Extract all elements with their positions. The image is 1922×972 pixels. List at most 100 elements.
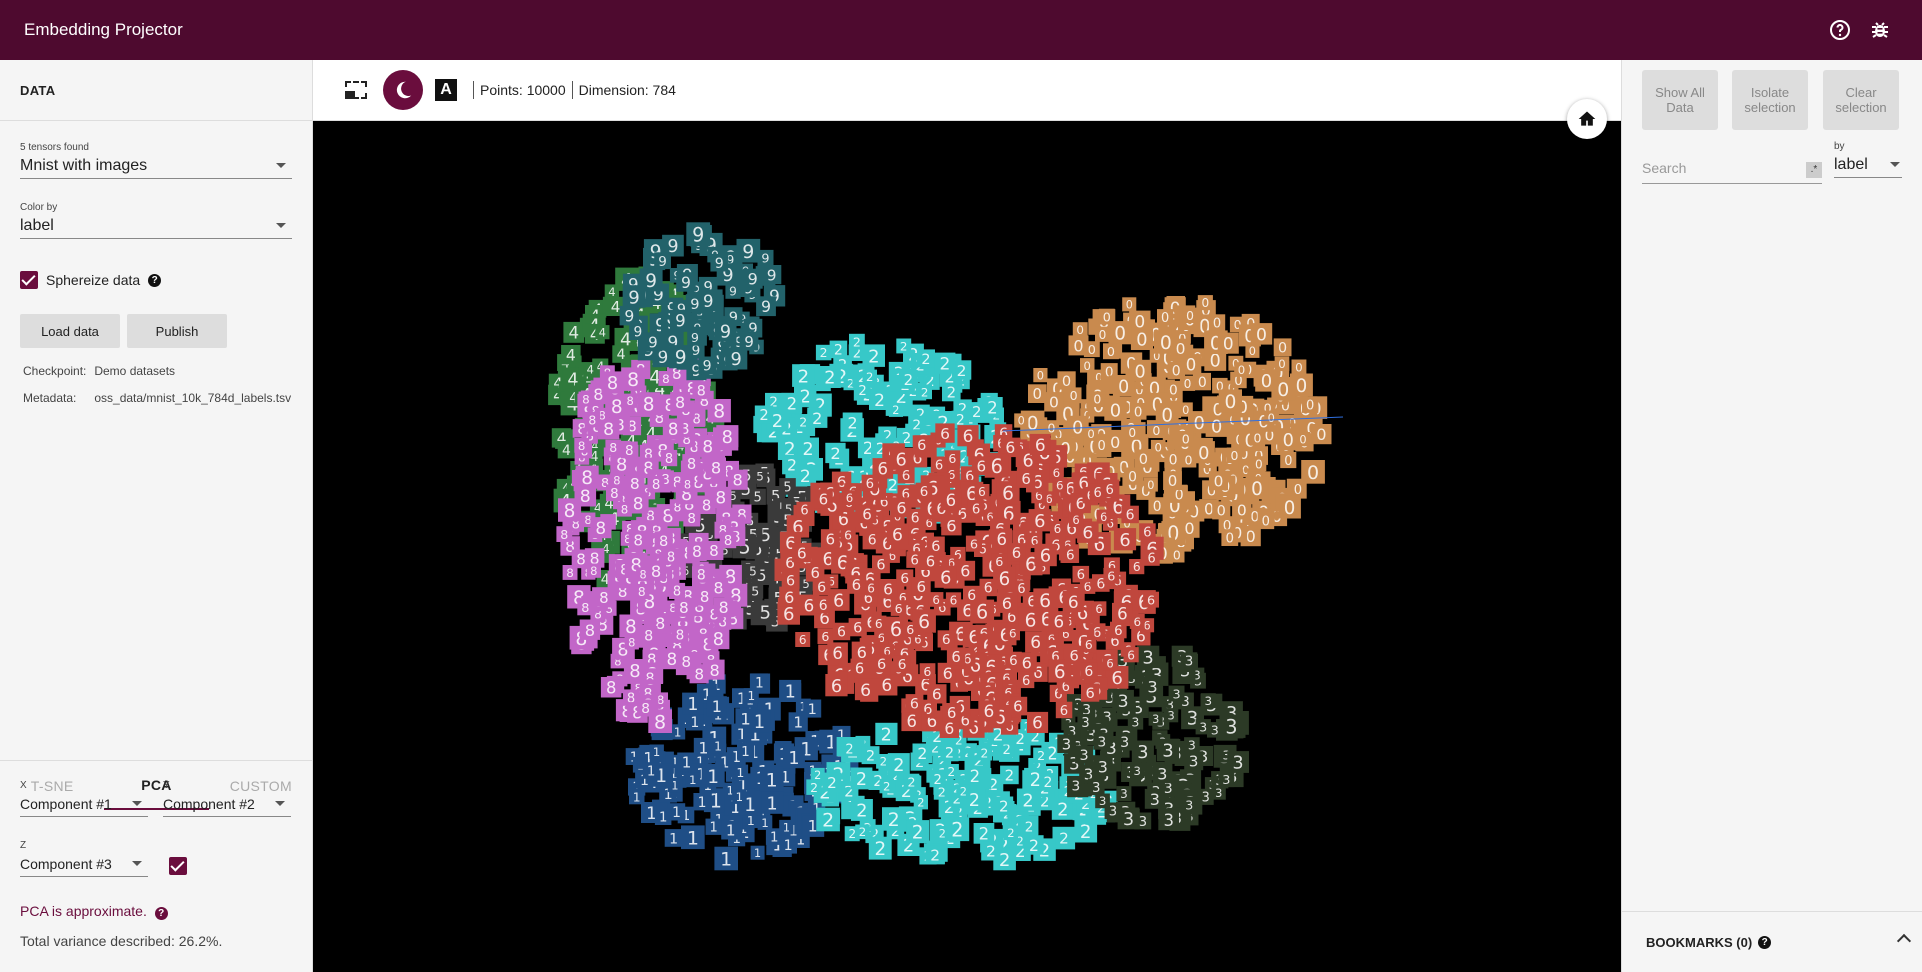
digit-glyph: 0: [1049, 394, 1059, 412]
digit-glyph: 6: [1012, 545, 1021, 562]
digit-glyph: 8: [599, 589, 609, 607]
digit-glyph: 6: [855, 660, 864, 677]
digit-glyph: 3: [1098, 734, 1107, 750]
digit-glyph: 2: [810, 780, 818, 795]
chevron-up-icon[interactable]: [1896, 933, 1912, 949]
pca-y-select[interactable]: Y Component #2: [163, 780, 291, 817]
search-field[interactable]: Search .*: [1642, 160, 1822, 184]
digit-glyph: 9: [634, 325, 643, 341]
digit-glyph: 2: [888, 810, 900, 831]
digit-glyph: 0: [1217, 504, 1226, 520]
digit-glyph: 0: [1169, 452, 1178, 468]
digit-glyph: 0: [1169, 383, 1178, 399]
digit-glyph: 9: [624, 308, 634, 326]
digit-glyph: 3: [1202, 791, 1210, 806]
digit-glyph: 3: [1233, 754, 1244, 774]
help-icon[interactable]: ?: [154, 907, 168, 920]
embedding-canvas[interactable]: 0000000000000000000000000000000000000000…: [313, 121, 1621, 972]
digit-glyph: 9: [703, 359, 712, 375]
digit-glyph: 6: [810, 565, 819, 582]
digit-glyph: 0: [1128, 469, 1137, 485]
digit-glyph: 2: [830, 444, 840, 463]
label-toggle-icon[interactable]: A: [435, 79, 457, 101]
digit-glyph: 0: [1147, 479, 1154, 492]
digit-glyph: 5: [756, 470, 764, 484]
moon-icon: [396, 81, 412, 99]
load-data-button[interactable]: Load data: [20, 314, 120, 348]
show-all-data-button[interactable]: Show All Data: [1642, 70, 1718, 130]
digit-glyph: 6: [857, 643, 867, 662]
color-by-select[interactable]: Color by label: [20, 202, 292, 239]
digit-glyph: 3: [1157, 764, 1167, 783]
digit-glyph: 8: [564, 501, 576, 522]
digit-glyph: 6: [1093, 486, 1101, 501]
isolate-selection-button[interactable]: Isolate selection: [1732, 70, 1808, 130]
digit-glyph: 6: [940, 425, 950, 443]
digit-glyph: 4: [562, 443, 571, 459]
digit-glyph: 2: [798, 366, 810, 387]
sphereize-checkbox[interactable]: [20, 271, 38, 289]
digit-glyph: 2: [1029, 837, 1039, 855]
digit-glyph: 6: [821, 629, 829, 644]
pca-z-checkbox[interactable]: [169, 857, 187, 875]
dimension-count: Dimension: 784: [578, 82, 676, 98]
digit-glyph: 9: [691, 330, 699, 345]
digit-glyph: 6: [1030, 633, 1041, 653]
search-by-select[interactable]: by label: [1834, 141, 1902, 178]
reset-view-button[interactable]: [1567, 99, 1607, 139]
digit-glyph: 6: [1134, 615, 1142, 629]
help-circle-icon[interactable]: [1828, 18, 1852, 42]
digit-glyph: 0: [1237, 502, 1247, 520]
digit-glyph: 9: [645, 271, 657, 292]
digit-glyph: 8: [687, 512, 696, 527]
regex-toggle-icon[interactable]: .*: [1806, 162, 1822, 178]
selection-box-icon[interactable]: [345, 81, 367, 99]
digit-glyph: 6: [1022, 653, 1032, 672]
digit-glyph: 6: [984, 581, 993, 597]
digit-glyph: 9: [675, 311, 686, 330]
digit-glyph: 0: [1299, 432, 1306, 446]
embedding-scatter[interactable]: 000000000000000000000 0000000000000000000…: [313, 121, 1621, 972]
tensor-select[interactable]: 5 tensors found Mnist with images: [20, 142, 292, 179]
chevron-down-icon: [1890, 162, 1900, 167]
digit-glyph: 6: [983, 702, 994, 722]
digit-glyph: 1: [788, 749, 799, 769]
pca-approx-note: PCA is approximate. ?: [20, 903, 168, 920]
chevron-down-icon: [132, 861, 142, 866]
digit-glyph: 6: [837, 625, 846, 641]
digit-glyph: 6: [1025, 611, 1037, 632]
digit-glyph: 8: [652, 478, 660, 493]
digit-glyph: 6: [976, 457, 986, 475]
digit-glyph: 2: [979, 825, 990, 844]
digit-glyph: 1: [687, 827, 699, 849]
digit-glyph: 6: [943, 664, 953, 683]
digit-glyph: 9: [648, 334, 658, 352]
digit-glyph: 8: [641, 701, 650, 717]
pca-x-select[interactable]: X Component #1: [20, 780, 148, 817]
digit-glyph: 6: [932, 686, 942, 704]
home-icon: [1578, 111, 1596, 126]
night-mode-button[interactable]: [383, 70, 423, 110]
digit-glyph: 2: [904, 371, 914, 389]
pca-z-select[interactable]: Z Component #3: [20, 840, 148, 877]
digit-glyph: 6: [890, 618, 902, 641]
bug-icon[interactable]: [1868, 18, 1892, 42]
digit-glyph: 2: [1059, 830, 1069, 848]
digit-glyph: 2: [893, 756, 904, 776]
digit-glyph: 6: [923, 664, 931, 679]
digit-glyph: 2: [772, 411, 783, 432]
clear-selection-button[interactable]: Clear selection: [1823, 70, 1899, 130]
help-icon[interactable]: ?: [1758, 935, 1772, 949]
publish-button[interactable]: Publish: [127, 314, 227, 348]
digit-glyph: 6: [1106, 483, 1114, 498]
digit-glyph: 2: [824, 369, 835, 389]
help-icon[interactable]: ?: [148, 273, 162, 287]
digit-glyph: 2: [834, 343, 843, 359]
digit-glyph: 6: [1126, 508, 1135, 524]
digit-glyph: 1: [747, 689, 755, 703]
digit-glyph: 3: [1188, 738, 1196, 753]
digit-glyph: 6: [1002, 484, 1014, 505]
bookmarks-panel[interactable]: BOOKMARKS (0) ?: [1622, 911, 1922, 972]
digit-glyph: 6: [817, 580, 826, 596]
digit-glyph: 6: [844, 528, 852, 542]
